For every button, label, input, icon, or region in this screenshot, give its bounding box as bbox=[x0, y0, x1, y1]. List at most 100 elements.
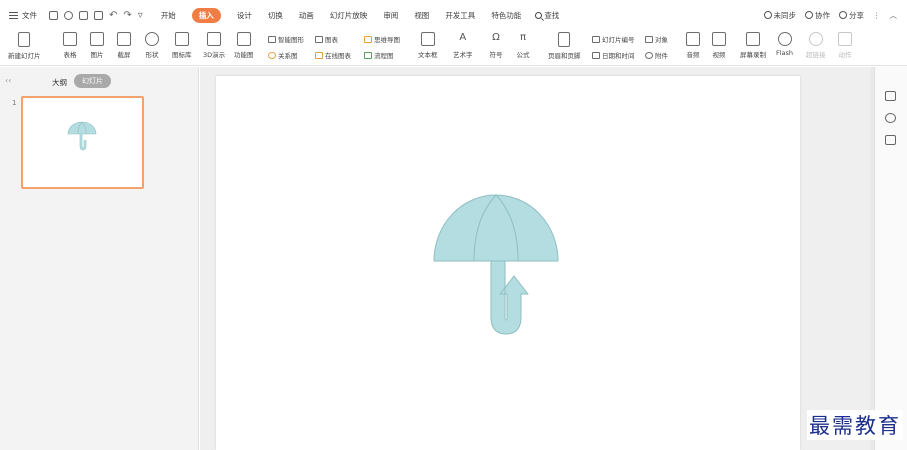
table-button[interactable]: 表格 bbox=[63, 30, 77, 59]
tab-developer[interactable]: 开发工具 bbox=[445, 10, 475, 21]
video-label: 视频 bbox=[712, 51, 726, 59]
output-icon[interactable] bbox=[64, 10, 73, 20]
textbox-button[interactable]: 文本框 bbox=[418, 30, 438, 59]
audio-button[interactable]: 音频 bbox=[686, 30, 700, 59]
share-button[interactable]: 分享 bbox=[839, 10, 864, 21]
menu-bar: 文件 ↶ ↷ ▿ 开始 插入 设计 切换 动画 幻灯片放映 审阅 视图 开发工具… bbox=[0, 0, 907, 30]
slide-number-icon bbox=[592, 35, 600, 43]
smart-art-button[interactable]: 智能图形 bbox=[268, 34, 304, 44]
print-icon[interactable] bbox=[79, 10, 88, 20]
sync-label: 未同步 bbox=[773, 10, 797, 20]
tab-animation[interactable]: 动画 bbox=[299, 10, 314, 21]
collaborate-label: 协作 bbox=[815, 10, 830, 20]
screenshot-button[interactable]: 截屏 bbox=[117, 30, 131, 59]
tab-outline[interactable]: 大纲 bbox=[52, 77, 67, 88]
action-label: 动作 bbox=[838, 51, 852, 59]
icon-library-icon bbox=[174, 32, 189, 46]
chart-button[interactable]: 图表 bbox=[315, 34, 338, 44]
flowchart-button[interactable]: 流程图 bbox=[364, 50, 394, 60]
slide-thumbnail[interactable] bbox=[21, 96, 144, 189]
function-chart-label: 功能图 bbox=[234, 51, 254, 59]
print-preview-icon[interactable] bbox=[94, 10, 103, 20]
search-tab[interactable]: 查找 bbox=[535, 10, 559, 21]
date-time-button[interactable]: 日期和时间 bbox=[592, 50, 635, 60]
cloud-icon bbox=[763, 10, 772, 19]
function-chart-button[interactable]: 功能图 bbox=[234, 30, 254, 59]
icon-library-button[interactable]: 图标库 bbox=[172, 30, 192, 59]
online-chart-label: 在线图表 bbox=[325, 52, 351, 60]
tab-transition[interactable]: 切换 bbox=[268, 10, 283, 21]
tab-insert[interactable]: 插入 bbox=[191, 7, 221, 23]
symbol-label: 符号 bbox=[489, 51, 503, 59]
undo-icon[interactable]: ↶ bbox=[109, 10, 117, 20]
picture-label: 图片 bbox=[90, 51, 104, 59]
object-button[interactable]: 对象 bbox=[645, 34, 668, 44]
header-footer-icon bbox=[558, 32, 571, 47]
flash-icon bbox=[777, 32, 792, 46]
hamburger-icon bbox=[9, 11, 18, 19]
umbrella-thumbnail-icon bbox=[67, 121, 97, 151]
calendar-icon bbox=[592, 51, 600, 59]
shape-icon bbox=[145, 32, 159, 46]
tab-home[interactable]: 开始 bbox=[161, 10, 176, 21]
smart-art-label: 智能图形 bbox=[278, 36, 304, 44]
relation-chart-button[interactable]: 关系图 bbox=[268, 50, 298, 60]
shape-label: 形状 bbox=[145, 51, 159, 59]
tab-design[interactable]: 设计 bbox=[237, 10, 252, 21]
properties-icon[interactable] bbox=[885, 91, 896, 101]
tab-review[interactable]: 审阅 bbox=[383, 10, 398, 21]
mind-map-button[interactable]: 思维导图 bbox=[364, 34, 400, 44]
mind-map-icon bbox=[364, 35, 372, 43]
screen-record-button[interactable]: 屏幕录制 bbox=[740, 30, 766, 59]
sync-button[interactable]: 未同步 bbox=[763, 10, 797, 21]
art-text-icon: A bbox=[459, 32, 467, 43]
slide-1[interactable] bbox=[216, 76, 800, 450]
slide-number: 1 bbox=[12, 99, 17, 107]
flowchart-icon bbox=[364, 51, 372, 59]
tab-slideshow[interactable]: 幻灯片放映 bbox=[330, 10, 368, 21]
symbol-button[interactable]: Ω 符号 bbox=[489, 30, 503, 59]
editing-canvas bbox=[200, 67, 870, 450]
3d-demo-label: 3D演示 bbox=[203, 51, 226, 59]
collaborate-button[interactable]: 协作 bbox=[805, 10, 830, 21]
quick-access-toolbar: ↶ ↷ ▿ bbox=[49, 10, 143, 20]
audio-label: 音频 bbox=[686, 51, 700, 59]
icon-library-label: 图标库 bbox=[172, 51, 192, 59]
picture-button[interactable]: 图片 bbox=[90, 30, 104, 59]
play-icon bbox=[838, 32, 852, 46]
attachment-button[interactable]: 附件 bbox=[645, 50, 668, 60]
screen-record-icon bbox=[746, 32, 760, 46]
file-menu[interactable]: 文件 bbox=[0, 10, 37, 21]
tab-features[interactable]: 特色功能 bbox=[491, 10, 521, 21]
header-footer-button[interactable]: 页眉和页脚 bbox=[548, 30, 581, 60]
object-label: 对象 bbox=[655, 36, 668, 44]
shape-button[interactable]: 形状 bbox=[145, 30, 159, 59]
symbol-icon: Ω bbox=[492, 32, 500, 43]
copy-icon[interactable] bbox=[885, 135, 896, 145]
3d-demo-button[interactable]: 3D演示 bbox=[203, 30, 225, 59]
tab-view[interactable]: 视图 bbox=[414, 10, 429, 21]
redo-icon[interactable]: ↷ bbox=[123, 10, 131, 20]
art-text-button[interactable]: A 艺术字 bbox=[453, 30, 473, 59]
video-button[interactable]: 视频 bbox=[712, 30, 726, 59]
action-button[interactable]: 动作 bbox=[838, 30, 852, 59]
tab-slides[interactable]: 幻灯片 bbox=[74, 74, 111, 88]
hyperlink-button[interactable]: 超链接 bbox=[806, 30, 826, 59]
right-toolbar bbox=[874, 67, 907, 450]
save-icon[interactable] bbox=[49, 10, 58, 20]
more-icon[interactable]: ▿ bbox=[138, 10, 143, 20]
collapse-panel-icon[interactable]: ‹‹ bbox=[5, 76, 11, 85]
file-menu-label: 文件 bbox=[22, 10, 37, 20]
flash-label: Flash bbox=[776, 49, 794, 57]
relation-chart-label: 关系图 bbox=[278, 52, 298, 60]
more-options-icon[interactable]: ⋮ bbox=[873, 11, 881, 20]
collapse-ribbon-icon[interactable]: ︿ bbox=[890, 10, 898, 21]
umbrella-graphic[interactable] bbox=[216, 76, 800, 450]
slide-number-button[interactable]: 幻灯片编号 bbox=[592, 34, 635, 44]
formula-button[interactable]: π 公式 bbox=[516, 30, 530, 59]
paperclip-icon bbox=[645, 51, 653, 59]
new-slide-button[interactable]: 新建幻灯片 bbox=[8, 30, 41, 60]
animation-icon[interactable] bbox=[885, 113, 896, 123]
online-chart-button[interactable]: 在线图表 bbox=[315, 50, 351, 60]
flash-button[interactable]: Flash bbox=[776, 30, 793, 57]
